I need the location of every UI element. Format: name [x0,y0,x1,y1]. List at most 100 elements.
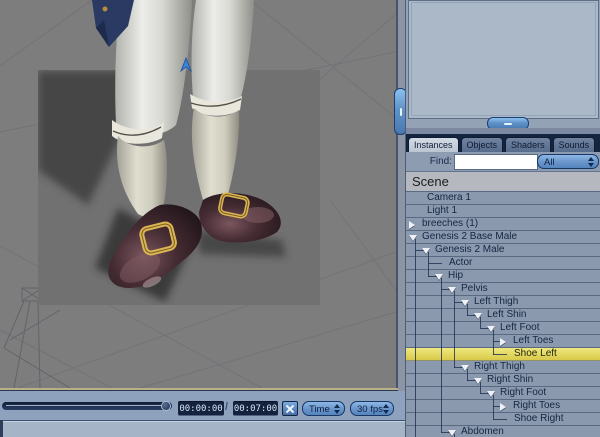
time-mode-value: Time [309,404,330,415]
tree-row-left-thigh[interactable]: Left Thigh [406,296,600,309]
tree-row-label: Left Shin [487,309,527,320]
find-row: Find: All [406,152,600,172]
tree-row-abdomen[interactable]: Abdomen [406,426,600,437]
end-time-display[interactable]: 00:07:00 [233,401,278,416]
fps-dropdown[interactable]: 30 fps [350,401,394,416]
tree-row-label: Hip [448,270,464,281]
tree-guide-line [428,263,442,264]
tree-guide-line [415,426,416,437]
tree-guide-line [415,413,416,426]
disclosure-triangle-icon[interactable] [500,338,506,346]
tree-row-label: Shoe Left [514,348,557,359]
properties-pane-surface [408,0,599,119]
tree-guide-line [441,348,442,361]
fps-value: 30 fps [357,404,383,415]
tree-guide-line [441,387,442,400]
tree-row-label: Pelvis [461,283,488,294]
tree-row-right-toes[interactable]: Right Toes [406,400,600,413]
find-input[interactable] [454,154,538,170]
tree-guide-line [415,322,416,335]
time-separator: / [225,401,229,413]
tab-bar: InstancesObjectsShadersSoundsClips [406,134,600,152]
tree-row-hip[interactable]: Hip [406,270,600,283]
tree-row-label: Right Shin [487,374,534,385]
tab-objects[interactable]: Objects [460,137,504,152]
tree-guide-line [415,283,416,296]
tree-guide-line [415,309,416,322]
tree-guide-line [454,335,455,348]
tree-row-label: Abdomen [461,426,504,437]
tree-row-shoe-right[interactable]: Shoe Right [406,413,600,426]
timeline-bar: 00:00:00 / 00:07:00 Time 30 fps [0,391,405,420]
tree-guide-line [454,348,455,361]
tree-row-left-toes[interactable]: Left Toes [406,335,600,348]
tree-row-light-1[interactable]: Light 1 [406,205,600,218]
tree-guide-line [415,348,416,361]
tree-row-label: Shoe Right [514,413,564,424]
disclosure-triangle-icon[interactable] [409,221,415,229]
tree-row-pelvis[interactable]: Pelvis [406,283,600,296]
tree-guide-line [441,296,442,309]
tab-instances[interactable]: Instances [408,137,459,152]
tree-row-actor[interactable]: Actor [406,257,600,270]
tree-guide-line [415,361,416,374]
find-filter-dropdown[interactable]: All [537,154,599,169]
tree-row-camera-1[interactable]: Camera 1 [406,192,600,205]
tree-row-left-foot[interactable]: Left Foot [406,322,600,335]
tree-row-right-thigh[interactable]: Right Thigh [406,361,600,374]
tree-row-breeches-1[interactable]: breeches (1) [406,218,600,231]
tree-row-label: Light 1 [427,205,458,216]
scene-header-label: Scene [412,174,449,189]
time-mode-dropdown[interactable]: Time [302,401,345,416]
tree-guide-line [415,296,416,309]
tree-guide-line [415,270,416,283]
timeline-corner-notch [0,420,3,437]
tree-row-label: breeches (1) [422,218,479,229]
tree-row-left-shin[interactable]: Left Shin [406,309,600,322]
tree-guide-line [415,387,416,400]
tree-row-label: Left Foot [500,322,540,333]
double-chevron-icon [333,404,341,414]
tree-row-genesis-2-male[interactable]: Genesis 2 Male [406,244,600,257]
viewport-scene [0,0,397,389]
tree-guide-line [441,413,442,426]
tree-row-right-shin[interactable]: Right Shin [406,374,600,387]
loop-toggle-button[interactable] [282,401,298,416]
tree-row-label: Right Thigh [474,361,525,372]
viewport-3d[interactable] [0,0,398,389]
tree-guide-line [415,257,416,270]
tab-sounds[interactable]: Sounds [552,137,596,152]
tree-row-label: Genesis 2 Base Male [422,231,518,242]
tree-guide-line [441,374,442,387]
tree-guide-line [454,322,455,335]
properties-pane-empty [406,0,600,130]
tree-guide-line [441,322,442,335]
tree-guide-line [441,335,442,348]
tree-guide-line [493,354,507,355]
tab-shaders[interactable]: Shaders [505,137,551,152]
double-chevron-icon [587,157,595,167]
right-panel: InstancesObjectsShadersSoundsClips Find:… [405,0,600,437]
tree-row-label: Camera 1 [427,192,471,203]
time-scrubber-knob[interactable] [161,401,171,411]
disclosure-triangle-icon[interactable] [500,403,506,411]
timeline-footer-strip [0,420,405,437]
tree-guide-line [441,309,442,322]
tree-row-label: Right Toes [513,400,561,411]
tree-guide-line [441,361,442,374]
tree-guide-line [415,335,416,348]
tree-row-shoe-left[interactable]: Shoe Left [406,348,600,361]
double-chevron-icon [382,404,390,414]
tree-row-genesis-2-base-male[interactable]: Genesis 2 Base Male [406,231,600,244]
tree-row-right-foot[interactable]: Right Foot [406,387,600,400]
carrara-app-window: InstancesObjectsShadersSoundsClips Find:… [0,0,600,437]
tree-row-label: Left Toes [513,335,554,346]
tree-guide-line [415,400,416,413]
tree-row-label: Left Thigh [474,296,519,307]
tree-row-label: Actor [449,257,473,268]
find-label: Find: [429,156,452,167]
current-time-display[interactable]: 00:00:00 [178,401,224,416]
find-filter-value: All [544,157,555,168]
time-scrubber-track[interactable] [2,402,172,410]
tree-guide-line [415,374,416,387]
